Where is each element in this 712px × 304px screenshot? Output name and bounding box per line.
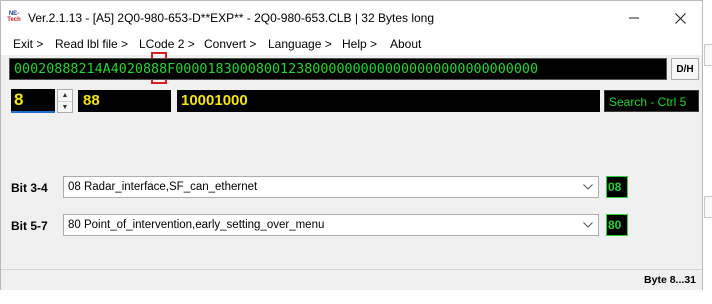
chevron-down-icon[interactable] xyxy=(582,218,594,232)
background-window-control xyxy=(704,44,712,66)
dropdown-selected-text: 08 Radar_interface,SF_can_ethernet xyxy=(68,181,258,193)
close-button[interactable] xyxy=(657,1,703,35)
bit-field-dropdown[interactable]: 08 Radar_interface,SF_can_ethernet xyxy=(63,176,599,198)
bit-field-value: 80 xyxy=(606,214,628,236)
menu-about[interactable]: About xyxy=(390,37,421,51)
hex-string-text: 00020888214A4020888F00001830008001238000… xyxy=(14,62,539,77)
close-icon xyxy=(674,12,686,24)
title-bar[interactable]: NE- Tech Ver.2.1.13 - [A5] 2Q0-980-653-D… xyxy=(1,1,702,35)
byte-range-status: Byte 8...31 xyxy=(644,274,696,286)
bit-field-label: Bit 3-4 xyxy=(11,181,48,195)
dropdown-selected-text: 80 Point_of_intervention,early_setting_o… xyxy=(68,219,325,231)
byte-index-spinner[interactable]: ▲ ▼ xyxy=(57,89,73,113)
spinner-up-icon[interactable]: ▲ xyxy=(58,90,72,101)
menu-convert[interactable]: Convert > xyxy=(204,37,256,51)
app-window: NE- Tech Ver.2.1.13 - [A5] 2Q0-980-653-D… xyxy=(0,0,703,290)
status-bar: Byte 8...31 xyxy=(1,269,702,290)
decimal-hex-toggle-button[interactable]: D/H xyxy=(671,58,699,80)
menu-lcode-2[interactable]: LCode 2 > xyxy=(139,37,195,51)
search-button[interactable]: Search - Ctrl 5 xyxy=(604,90,699,112)
bit-field-label: Bit 5-7 xyxy=(11,219,48,233)
bit-field-value: 08 xyxy=(606,176,628,198)
menu-exit[interactable]: Exit > xyxy=(13,37,43,51)
chevron-down-icon[interactable] xyxy=(582,180,594,194)
window-title: Ver.2.1.13 - [A5] 2Q0-980-653-D**EXP** -… xyxy=(28,11,435,25)
byte-index-input[interactable]: 8 xyxy=(11,89,55,113)
bit-field-dropdown[interactable]: 80 Point_of_intervention,early_setting_o… xyxy=(63,214,599,236)
logo-text-line2: Tech xyxy=(7,17,21,23)
byte-hex-value[interactable]: 88 xyxy=(78,90,171,112)
spinner-down-icon[interactable]: ▼ xyxy=(58,101,72,113)
byte-binary-value[interactable]: 10001000 xyxy=(177,90,600,112)
app-logo-icon: NE- Tech xyxy=(7,11,21,25)
hex-string-field[interactable]: 00020888214A4020888F00001830008001238000… xyxy=(9,58,667,80)
minimize-button[interactable] xyxy=(611,1,657,35)
menu-read-lbl-file[interactable]: Read lbl file > xyxy=(55,37,128,51)
minimize-icon xyxy=(629,17,639,19)
byte-selection-marker-bottom xyxy=(151,80,167,84)
background-window-control xyxy=(704,196,712,218)
menu-bar: Exit > Read lbl file > LCode 2 > Convert… xyxy=(1,35,702,55)
menu-help[interactable]: Help > xyxy=(342,37,377,51)
menu-language[interactable]: Language > xyxy=(268,37,332,51)
